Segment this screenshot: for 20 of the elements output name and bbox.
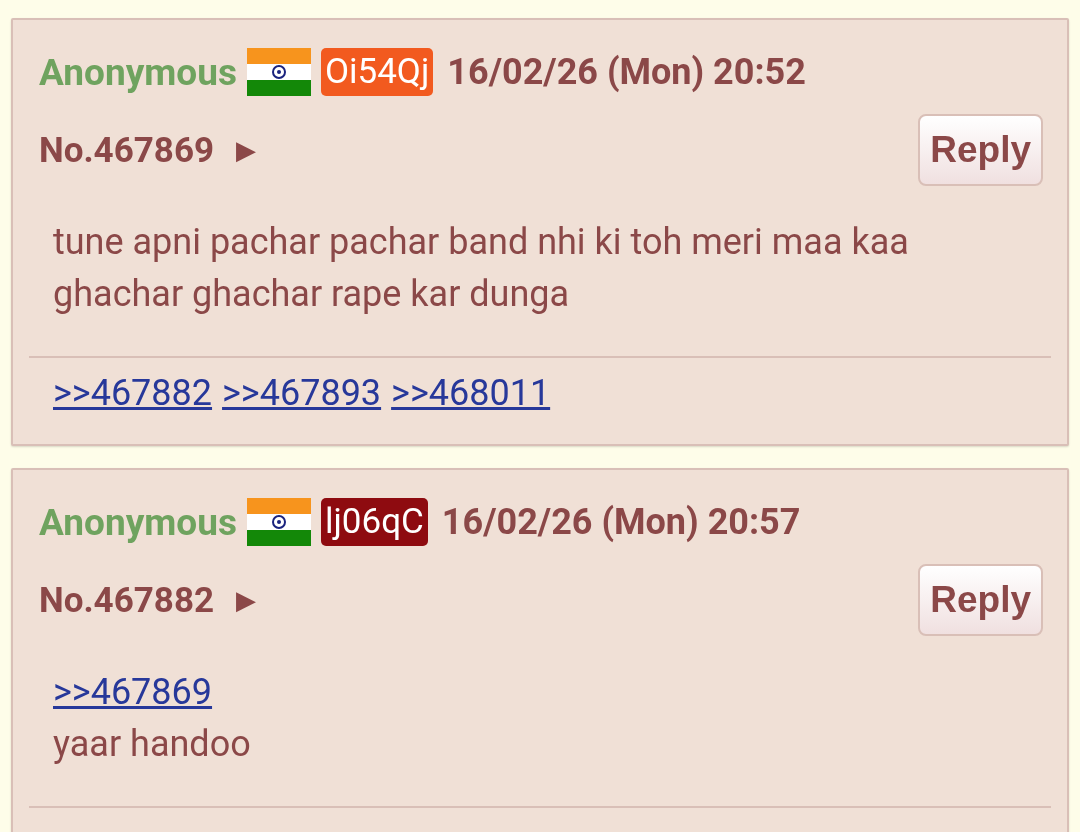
reply-button[interactable]: Reply xyxy=(918,564,1043,636)
post-text: tune apni pachar pachar band nhi ki toh meri maa kaa ghachar ghachar rape kar dunga xyxy=(53,220,910,317)
post-date: 16/02/26 (Mon) 20:57 xyxy=(441,501,801,543)
backlink[interactable]: >>467882 xyxy=(53,372,213,414)
reply-button[interactable]: Reply xyxy=(918,114,1043,186)
post-number[interactable]: No.467869 xyxy=(39,129,215,171)
flag-icon xyxy=(246,48,311,96)
expand-arrow[interactable]: ▶ xyxy=(236,135,257,165)
backlink[interactable]: >>467893 xyxy=(222,372,382,414)
quote-link[interactable]: >>467869 xyxy=(53,671,213,713)
backlink[interactable]: >>468011 xyxy=(391,372,551,414)
post-text: yaar handoo xyxy=(53,722,252,767)
post-number[interactable]: No.467882 xyxy=(39,579,215,621)
expand-arrow[interactable]: ▶ xyxy=(236,585,257,615)
poster-id: lj06qC xyxy=(320,498,428,546)
poster-name: Anonymous xyxy=(39,500,237,544)
poster-name: Anonymous xyxy=(39,50,237,94)
flag-icon xyxy=(246,498,311,546)
poster-id: Oi54Qj xyxy=(320,48,434,96)
post-date: 16/02/26 (Mon) 20:52 xyxy=(447,51,806,93)
